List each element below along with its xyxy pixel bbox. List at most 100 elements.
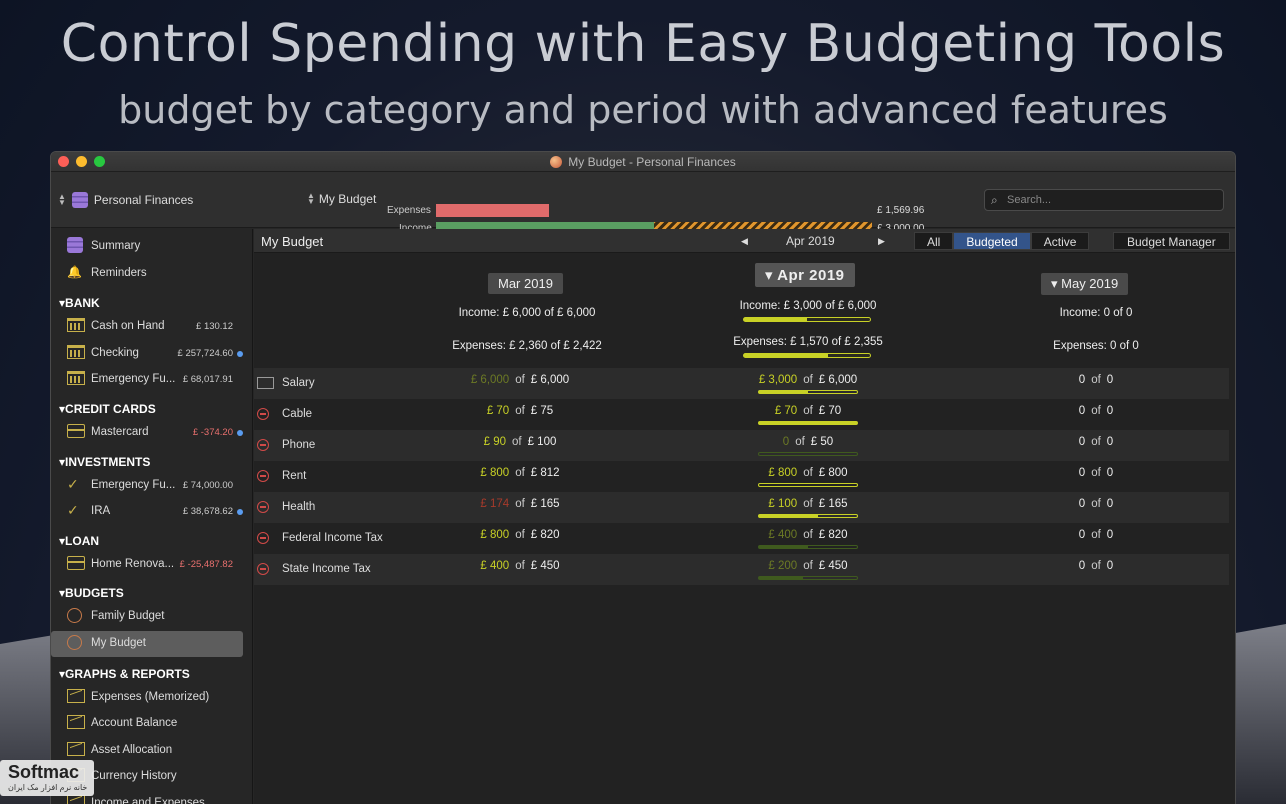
account-balance: £ 38,678.62 (182, 506, 233, 518)
sidebar-item[interactable]: Cash on Hand £ 130.12 (51, 314, 243, 340)
sidebar-item-label: Checking (91, 346, 139, 359)
sidebar-item-label: Emergency Fu... (91, 373, 176, 386)
may-cell: 0 of 0 (1026, 467, 1166, 479)
prev-period-icon[interactable]: ◀ (741, 236, 748, 247)
sidebar-section-header[interactable]: ▾LOAN (59, 534, 99, 548)
may-cell: 0 of 0 (1026, 374, 1166, 386)
section-label: LOAN (65, 533, 100, 548)
apr-cell: £ 3,000 of £ 6,000 (738, 374, 878, 386)
search-input[interactable]: ⌕ Search... (984, 189, 1224, 211)
of-word: of (803, 560, 813, 572)
remove-icon[interactable] (257, 408, 269, 420)
budget-icon (67, 608, 82, 624)
unreconciled-dot (237, 509, 243, 516)
actual-amount: £ 400 (768, 529, 798, 541)
remove-icon[interactable] (257, 563, 269, 575)
table-row[interactable]: Phone £ 90 of £ 100 0 of £ 50 0 of 0 (254, 430, 1229, 461)
sidebar-item[interactable]: ✓ IRA £ 38,678.62 (51, 499, 243, 525)
budgeted-amount: £ 165 (818, 498, 848, 510)
filter-segment: All Budgeted Active (914, 232, 1090, 250)
of-word: of (803, 374, 813, 386)
sidebar-item[interactable]: Checking £ 257,724.60 (51, 341, 243, 367)
updown-icon: ▲ ▼ (307, 191, 315, 206)
of-word: of (515, 529, 525, 541)
sidebar-item[interactable]: 🔔 Reminders (51, 261, 243, 287)
app-icon (550, 156, 563, 168)
budgeted-amount: £ 800 (818, 467, 848, 479)
remove-icon[interactable] (257, 439, 269, 451)
unreconciled-dot (237, 350, 243, 357)
actual-amount: £ 200 (768, 560, 798, 572)
sidebar-item[interactable]: Mastercard £ -374.20 (51, 420, 243, 446)
period-header-may[interactable]: ▾ May 2019 (1041, 273, 1129, 295)
sidebar-item[interactable]: Expenses (Memorized) (51, 685, 243, 711)
remove-icon[interactable] (257, 532, 269, 544)
of-word: of (1091, 436, 1101, 448)
account-balance: £ 74,000.00 (182, 479, 233, 491)
category-name: Salary (282, 377, 315, 389)
toolbar: ▲ ▼ Personal Finances ▲ ▼ My Budget Expens… (51, 172, 1235, 235)
budgeted-amount: 0 (1106, 529, 1114, 541)
table-row[interactable]: Salary £ 6,000 of £ 6,000 £ 3,000 of £ 6,000 0 o… (254, 368, 1229, 399)
remove-icon[interactable] (257, 470, 269, 482)
search-icon: ⌕ (991, 193, 998, 207)
may-cell: 0 of 0 (1026, 405, 1166, 417)
apr-expenses-summary: Expenses: £ 1,570 of £ 2,355 (733, 336, 883, 348)
actual-amount: 0 (1078, 560, 1086, 572)
sidebar-item[interactable]: Home Renova... £ -25,487.82 (51, 552, 243, 578)
next-period-icon[interactable]: ▶ (878, 236, 885, 247)
sidebar-item[interactable]: Emergency Fu... £ 68,017.91 (51, 367, 243, 393)
sidebar-item[interactable]: Family Budget (51, 604, 243, 630)
may-cell: 0 of 0 (1026, 436, 1166, 448)
budgeted-amount: 0 (1106, 374, 1114, 386)
sidebar-section-header[interactable]: ▾GRAPHS & REPORTS (59, 667, 190, 681)
progress-bar (758, 452, 858, 456)
budgeted-amount: 0 (1106, 467, 1114, 479)
of-word: of (515, 405, 525, 417)
sidebar-item[interactable]: Account Balance (51, 711, 243, 737)
section-label: CREDIT CARDS (65, 402, 156, 416)
actual-amount: £ 6,000 (470, 374, 510, 386)
table-row[interactable]: Rent £ 800 of £ 812 £ 800 of £ 800 0 of 0 (254, 461, 1229, 492)
filter-all[interactable]: All (914, 232, 954, 250)
sidebar-section-header[interactable]: ▾INVESTMENTS (59, 455, 150, 469)
period-header-apr[interactable]: ▾ Apr 2019 (755, 263, 855, 287)
section-label: BUDGETS (65, 586, 124, 601)
investment-icon: ✓ (67, 475, 79, 492)
sidebar-item[interactable]: My Budget (51, 631, 243, 657)
watermark-tagline: خانه نرم افزار مک ایران (8, 783, 88, 792)
remove-icon[interactable] (257, 501, 269, 513)
table-row[interactable]: Federal Income Tax £ 800 of £ 820 £ 400 of £ 8… (254, 523, 1229, 554)
budgeted-amount: £ 6,000 (530, 374, 570, 386)
of-word: of (795, 436, 805, 448)
sidebar-section-header[interactable]: ▾CREDIT CARDS (59, 402, 156, 416)
sidebar-item-label: Income and Expenses (91, 797, 205, 804)
filter-active[interactable]: Active (1030, 232, 1090, 250)
mar-cell: £ 800 of £ 812 (450, 467, 590, 479)
apr-expenses-bar (743, 353, 871, 358)
account-balance: £ 68,017.91 (182, 374, 233, 386)
budgeted-amount: £ 50 (810, 436, 834, 448)
expenses-value: £ 1,569.96 (877, 205, 925, 216)
budgeted-amount: £ 75 (530, 405, 554, 417)
bank-icon (67, 371, 85, 386)
table-row[interactable]: Cable £ 70 of £ 75 £ 70 of £ 70 0 of 0 (254, 399, 1229, 430)
filter-budgeted[interactable]: Budgeted (953, 232, 1031, 250)
sidebar-item[interactable]: Summary (51, 234, 243, 260)
sidebar-item-label: Mastercard (91, 426, 149, 438)
mar-cell: £ 6,000 of £ 6,000 (450, 374, 590, 386)
sidebar-item[interactable]: ✓ Emergency Fu... £ 74,000.00 (51, 473, 243, 499)
table-row[interactable]: State Income Tax £ 400 of £ 450 £ 200 of £ 450… (254, 554, 1229, 585)
sidebar-section-header[interactable]: ▾BUDGETS (59, 586, 124, 600)
table-row[interactable]: Health £ 174 of £ 165 £ 100 of £ 165 0 of 0 (254, 492, 1229, 523)
database-icon (71, 192, 88, 208)
apr-cell: £ 200 of £ 450 (738, 560, 878, 572)
credit-card-icon (67, 424, 85, 438)
budgeted-amount: £ 6,000 (818, 374, 858, 386)
file-select[interactable]: ▲ ▼ Personal Finances (58, 192, 193, 208)
budget-manager-button[interactable]: Budget Manager (1113, 232, 1230, 250)
sidebar-section-header[interactable]: ▾BANK (59, 296, 100, 310)
category-name: Phone (282, 439, 316, 451)
budget-select[interactable]: ▲ ▼ My Budget (307, 191, 376, 207)
period-header-mar[interactable]: Mar 2019 (488, 273, 563, 294)
